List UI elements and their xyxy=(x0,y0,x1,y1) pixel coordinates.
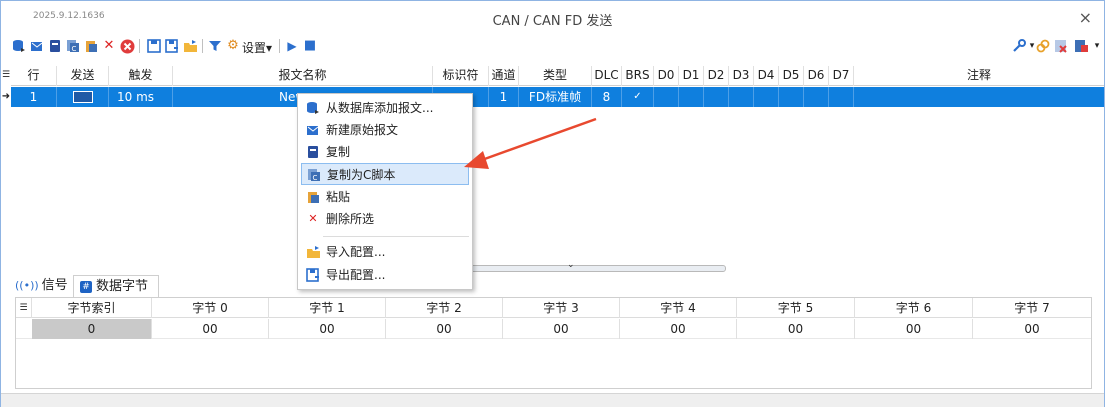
can-send-window: 2025.9.12.1636 CAN / CAN FD 发送 × C ✕ ⚙ 设… xyxy=(0,0,1105,407)
annotation-arrow xyxy=(464,117,597,169)
